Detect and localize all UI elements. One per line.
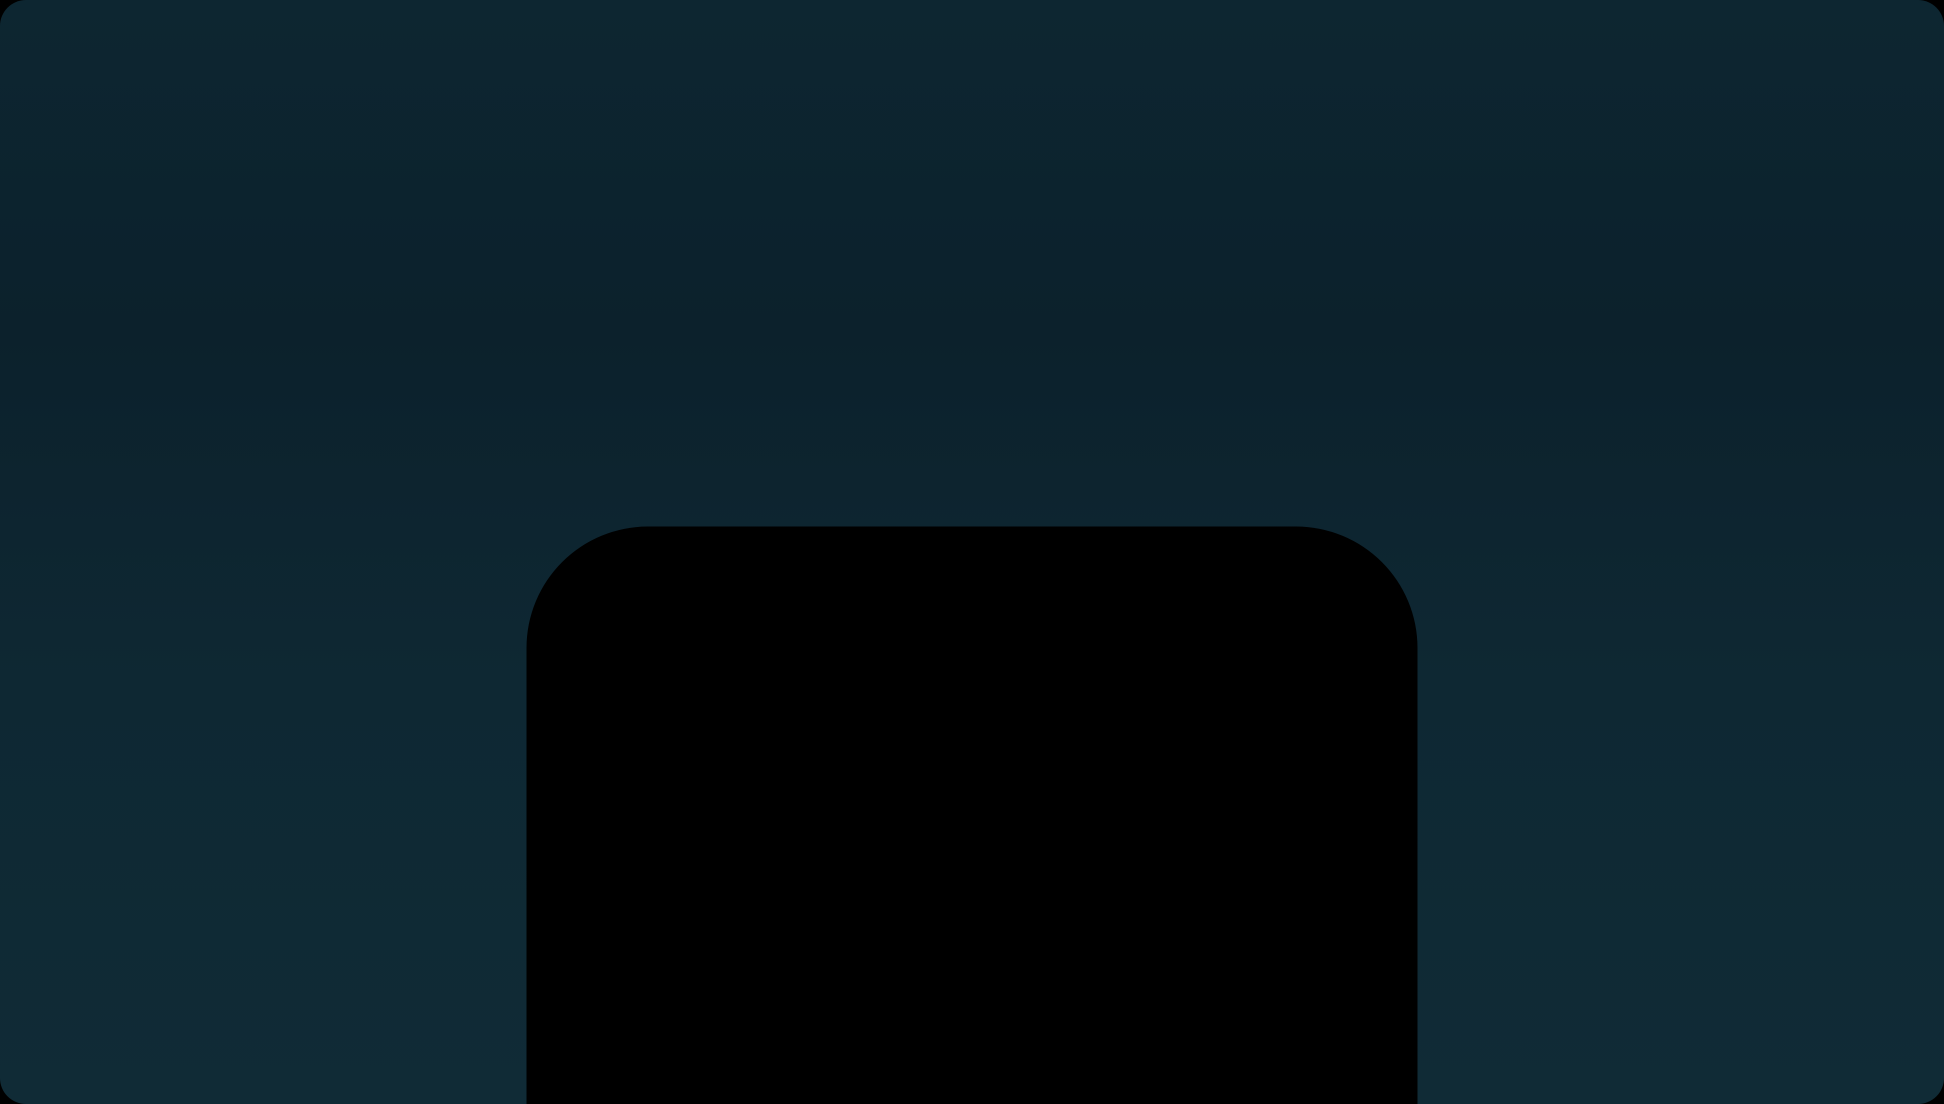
top-bar: 31% 2.94 CPU Load [0, 0, 1944, 1104]
cpu-metric: 31% 2.94 CPU Load [0, 0, 1944, 1104]
dashboard-screen: 31% 2.94 CPU Load [0, 0, 1944, 1104]
system-metrics: 31% 2.94 CPU Load [0, 0, 1944, 1104]
